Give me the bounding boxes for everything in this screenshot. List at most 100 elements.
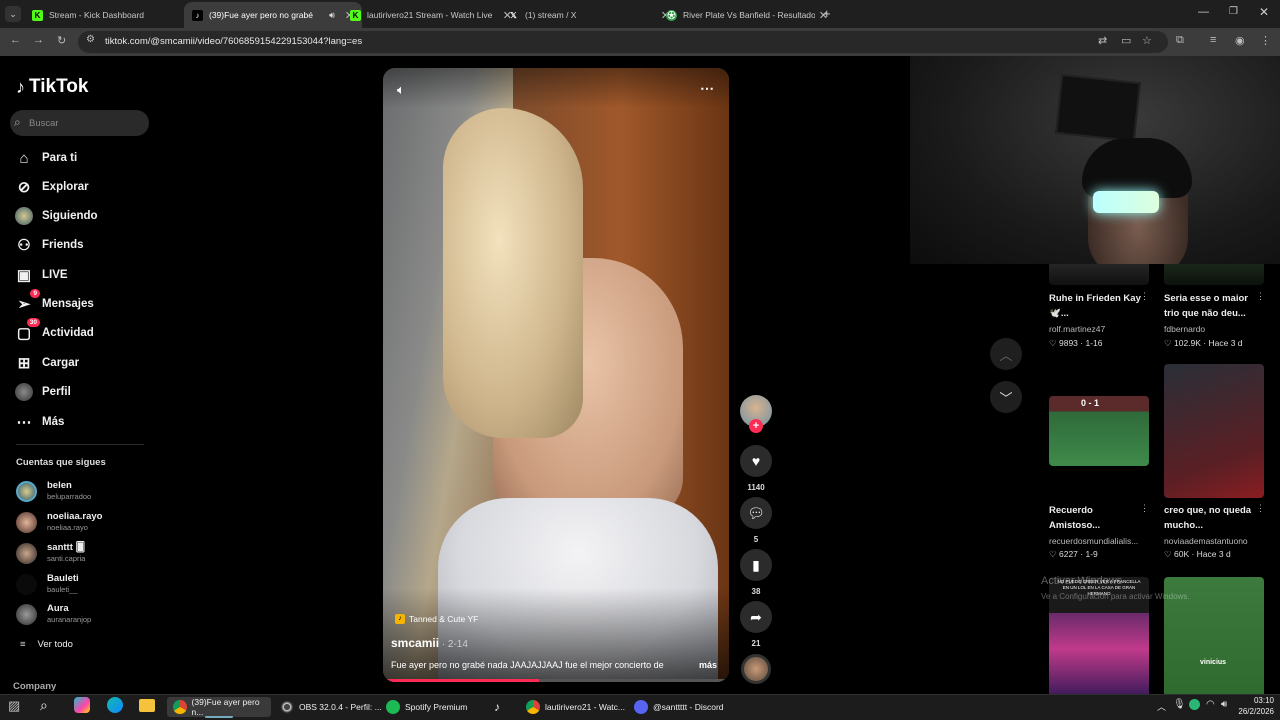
nav-friends[interactable]: ⚇ Friends — [14, 234, 83, 256]
wifi-icon[interactable]: ◠ — [1206, 699, 1215, 710]
restore-button[interactable]: ❐ — [1229, 6, 1238, 17]
tab-search-button[interactable]: ⌄ — [5, 6, 21, 22]
widgets-icon[interactable]: ▨ — [8, 698, 20, 714]
profile-avatar-icon — [14, 382, 34, 402]
system-clock[interactable]: 03:10 26/2/2026 — [1238, 695, 1274, 717]
caption-more-button[interactable]: más — [699, 660, 717, 670]
taskbar-item-obs[interactable]: OBS 32.0.4 - Perfil: ... — [280, 697, 384, 717]
taskbar-item-chrome-kick[interactable]: lautirivero21 - Watc... — [526, 697, 630, 717]
video-thumbnail[interactable]: 0 - 1 — [1049, 396, 1149, 466]
recommended-title[interactable]: creo que, no queda mucho... — [1164, 503, 1260, 533]
list-icon: ≡ — [20, 639, 26, 650]
nav-cargar[interactable]: ⊞ Cargar — [14, 352, 79, 374]
thumbnail-score: 0 - 1 — [1081, 398, 1100, 408]
minimize-button[interactable]: — — [1198, 6, 1209, 18]
windows-activation-watermark: Activar Windows — [1041, 575, 1123, 587]
recommended-title[interactable]: Ruhe in Frieden Kay 🕊️... — [1049, 291, 1145, 321]
bookmark-star-icon[interactable]: ☆ — [1142, 34, 1152, 47]
browser-tab-kick-dashboard[interactable]: K Stream - Kick Dashboard ✕ — [24, 2, 202, 28]
recommended-title[interactable]: Recuerdo Amistoso... — [1049, 503, 1145, 533]
video-options-icon[interactable]: ⋯ — [700, 80, 715, 97]
video-thumbnail[interactable] — [1164, 264, 1264, 285]
tray-app-icon[interactable] — [1189, 699, 1200, 710]
edge-icon[interactable] — [107, 697, 123, 713]
cast-icon[interactable]: ▭ — [1121, 34, 1131, 47]
kick-icon: K — [32, 9, 43, 21]
profile-icon[interactable]: ◉ — [1235, 34, 1245, 47]
extensions-icon[interactable]: ⧉ — [1176, 34, 1184, 47]
close-window-button[interactable]: ✕ — [1259, 5, 1269, 19]
nav-para-ti[interactable]: ⌂ Para ti — [14, 147, 77, 169]
kebab-icon[interactable]: ⋮ — [1140, 291, 1149, 302]
translate-icon[interactable]: ⇄ — [1098, 34, 1107, 47]
forward-icon[interactable]: → — [33, 34, 44, 46]
kebab-icon[interactable]: ⋮ — [1256, 291, 1265, 302]
volume-tray-icon[interactable]: 🔊︎ — [1221, 699, 1227, 710]
music-tag[interactable]: ♪ Tanned & Cute YF — [395, 614, 478, 624]
kebab-icon[interactable]: ⋮ — [1256, 503, 1265, 514]
comment-icon[interactable]: 💬︎ — [740, 497, 772, 529]
site-info-icon[interactable]: ⚙︎ — [86, 34, 95, 45]
see-all-link[interactable]: ≡ Ver todo — [20, 639, 73, 650]
browser-tab-bar: ⌄ K Stream - Kick Dashboard ✕ ♪ (39)Fue … — [0, 0, 1280, 28]
taskbar-item-tiktok[interactable]: ♪ — [494, 697, 514, 717]
account-handle: auranaranjop — [47, 615, 92, 624]
post-date: 1-9 — [1085, 549, 1098, 559]
reload-icon[interactable]: ↻ — [57, 34, 66, 47]
music-disc-icon[interactable] — [741, 654, 771, 684]
nav-actividad[interactable]: ▢ 30 Actividad — [14, 318, 94, 344]
video-progress-bar[interactable] — [383, 679, 729, 682]
follow-plus-button[interactable]: + — [749, 419, 763, 433]
recommended-author[interactable]: fdbernardo — [1164, 324, 1205, 334]
kebab-icon[interactable]: ⋮ — [1140, 503, 1149, 514]
video-author[interactable]: smcamii · 2-14 — [391, 636, 468, 650]
taskbar-item-spotify[interactable]: Spotify Premium — [386, 697, 490, 717]
nav-mas[interactable]: ⋯ Más — [14, 411, 65, 433]
like-action[interactable]: ♥ 1140 — [740, 445, 772, 492]
menu-kebab-icon[interactable]: ⋮ — [1260, 34, 1271, 47]
back-icon[interactable]: ← — [10, 34, 21, 46]
volume-icon[interactable]: 🔈︎ — [397, 82, 405, 98]
previous-video-button[interactable]: ︿ — [990, 338, 1022, 370]
recommended-author[interactable]: noviaademastantuono — [1164, 536, 1248, 546]
recommended-stats: ♡ 6227 · 1-9 — [1049, 549, 1098, 559]
next-video-button[interactable]: ﹀ — [990, 381, 1022, 413]
video-player[interactable]: 🔈︎ ⋯ ♪ Tanned & Cute YF smcamii · 2-14 F… — [383, 68, 729, 682]
nav-perfil[interactable]: Perfil — [14, 381, 71, 403]
recommended-title[interactable]: Seria esse o maior trio que não deu... — [1164, 291, 1260, 321]
nav-siguiendo[interactable]: Siguiendo — [14, 205, 98, 227]
microphone-icon[interactable]: 🎙︎ — [1173, 699, 1186, 710]
nav-live[interactable]: ▣ LIVE — [14, 264, 68, 286]
copilot-icon[interactable] — [74, 697, 90, 713]
browser-tab-tiktok[interactable]: ♪ (39)Fue ayer pero no grabé 🔊︎ ✕ — [184, 2, 362, 28]
new-tab-button[interactable]: + — [823, 6, 831, 21]
taskbar-item-discord[interactable]: @santtttt - Discord — [634, 697, 738, 717]
save-action[interactable]: ▮ 38 — [740, 549, 772, 596]
media-control-icon[interactable]: ≡ — [1210, 34, 1216, 46]
heart-icon[interactable]: ♥ — [740, 445, 772, 477]
browser-tab-x[interactable]: 𝕏 (1) stream / X ✕ — [500, 2, 678, 28]
taskbar-item-chrome-tiktok[interactable]: (39)Fue ayer pero n... — [167, 697, 271, 717]
speaker-icon[interactable]: 🔊︎ — [329, 10, 335, 21]
search-icon[interactable]: ⌕ — [40, 697, 48, 714]
browser-tab-river-plate[interactable]: ⚽︎ River Plate Vs Banfield - Resultado ✕ — [658, 2, 836, 28]
video-thumbnail[interactable] — [1164, 364, 1264, 498]
tray-chevron-icon[interactable]: ︿ — [1157, 700, 1166, 713]
company-link[interactable]: Company — [13, 681, 56, 692]
bookmark-icon[interactable]: ▮ — [740, 549, 772, 581]
nav-mensajes[interactable]: ➢ 9 Mensajes — [14, 289, 94, 315]
recommended-author[interactable]: rolf.martinez47 — [1049, 324, 1105, 334]
nav-explorar[interactable]: ⊘ Explorar — [14, 176, 89, 198]
comment-action[interactable]: 💬︎ 5 — [740, 497, 772, 544]
share-icon[interactable]: ➦ — [740, 601, 772, 633]
video-date: · 2-14 — [439, 639, 468, 650]
browser-tab-kick-watch[interactable]: K lautirivero21 Stream - Watch Live ✕ — [342, 2, 520, 28]
video-thumbnail[interactable] — [1049, 264, 1149, 285]
url-text[interactable]: tiktok.com/@smcamii/video/76068591542291… — [105, 36, 362, 47]
post-date: Hace 3 d — [1196, 549, 1231, 559]
recommended-author[interactable]: recuerdosmundialialis... — [1049, 536, 1138, 546]
file-explorer-icon[interactable] — [139, 699, 155, 712]
nav-label: Siguiendo — [42, 210, 98, 222]
share-action[interactable]: ➦ 21 — [740, 601, 772, 648]
tiktok-logo[interactable]: ♪ TikTok — [16, 76, 88, 98]
